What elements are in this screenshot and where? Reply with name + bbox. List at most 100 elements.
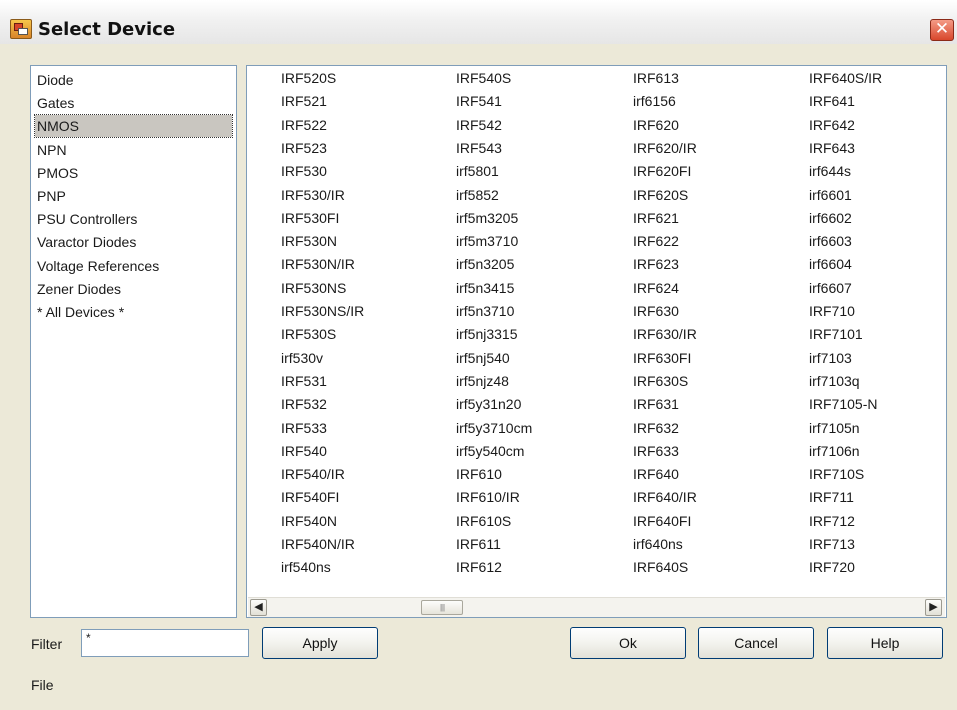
device-item[interactable]: irf6601 [809,184,852,206]
device-item[interactable]: IRF611 [456,533,501,555]
device-item[interactable]: IRF542 [456,114,502,136]
title-bar[interactable]: Select Device ✕ [0,0,957,45]
device-item[interactable]: irf644s [809,160,851,182]
device-item[interactable]: irf5y31n20 [456,393,521,415]
device-item[interactable]: IRF621 [633,207,679,229]
device-item[interactable]: irf6607 [809,277,852,299]
device-item[interactable]: irf5n3415 [456,277,514,299]
category-list[interactable]: Diode Gates NMOS NPN PMOS PNP PSU Controllers V… [30,65,237,618]
device-item[interactable]: IRF630FI [633,347,691,369]
device-item[interactable]: IRF523 [281,137,327,159]
device-item[interactable]: IRF522 [281,114,327,136]
help-button[interactable]: Help [827,627,943,659]
device-item[interactable]: irf5nj540 [456,347,510,369]
device-item[interactable]: IRF640/IR [633,486,697,508]
device-item[interactable]: IRF622 [633,230,679,252]
device-item[interactable]: irf7103q [809,370,860,392]
category-item[interactable]: PSU Controllers [35,208,232,230]
device-item[interactable]: irf640ns [633,533,683,555]
device-item[interactable]: IRF540FI [281,486,339,508]
device-item[interactable]: IRF640 [633,463,679,485]
device-item[interactable]: IRF530/IR [281,184,345,206]
device-item[interactable]: irf5n3710 [456,300,514,322]
device-item[interactable]: irf6602 [809,207,852,229]
device-item[interactable]: irf5njz48 [456,370,509,392]
device-item[interactable]: IRF712 [809,510,855,532]
category-item[interactable]: PNP [35,185,232,207]
category-item[interactable]: * All Devices * [35,301,232,323]
close-button[interactable]: ✕ [930,19,954,41]
category-item[interactable]: NPN [35,139,232,161]
device-item[interactable]: irf5m3710 [456,230,518,252]
device-item[interactable]: IRF540 [281,440,327,462]
device-item[interactable]: IRF640S/IR [809,67,882,89]
device-item[interactable]: IRF532 [281,393,327,415]
device-item[interactable]: IRF623 [633,253,679,275]
device-item[interactable]: IRF612 [456,556,502,578]
device-item[interactable]: IRF7101 [809,323,863,345]
device-item[interactable]: IRF710S [809,463,864,485]
device-item[interactable]: IRF633 [633,440,679,462]
ok-button[interactable]: Ok [570,627,686,659]
device-item[interactable]: IRF713 [809,533,855,555]
device-item[interactable]: IRF530S [281,323,336,345]
device-item[interactable]: IRF641 [809,90,855,112]
device-item[interactable]: irf5y540cm [456,440,524,462]
device-item[interactable]: IRF620/IR [633,137,697,159]
device-item[interactable]: IRF630/IR [633,323,697,345]
apply-button[interactable]: Apply [262,627,378,659]
device-item[interactable]: IRF624 [633,277,679,299]
device-item[interactable]: irf530v [281,347,323,369]
device-item[interactable]: IRF613 [633,67,679,89]
device-item[interactable]: IRF530N [281,230,337,252]
device-item[interactable]: IRF620S [633,184,688,206]
device-item[interactable]: IRF610 [456,463,502,485]
device-item[interactable]: IRF541 [456,90,502,112]
device-item[interactable]: irf6603 [809,230,852,252]
device-item[interactable]: IRF530NS [281,277,346,299]
device-item[interactable]: IRF7105-N [809,393,877,415]
device-item[interactable]: irf7105n [809,417,860,439]
device-item[interactable]: IRF530 [281,160,327,182]
device-item[interactable]: IRF610S [456,510,511,532]
device-item[interactable]: irf7106n [809,440,860,462]
device-item[interactable]: IRF630 [633,300,679,322]
device-item[interactable]: IRF540N [281,510,337,532]
category-item[interactable]: Gates [35,92,232,114]
device-item[interactable]: irf7103 [809,347,852,369]
device-item[interactable]: IRF631 [633,393,679,415]
horizontal-scrollbar[interactable]: ◀ |||| ▶ [248,597,945,617]
device-item[interactable]: irf5m3205 [456,207,518,229]
device-list[interactable]: IRF720 IRF713 IRF712 IRF711 IRF710S irf7106n i… [246,65,947,618]
category-item[interactable]: Varactor Diodes [35,231,232,253]
category-item[interactable]: Voltage References [35,255,232,277]
device-item[interactable]: IRF640FI [633,510,691,532]
device-item[interactable]: IRF720 [809,556,855,578]
device-item[interactable]: IRF543 [456,137,502,159]
device-item[interactable]: IRF520S [281,67,336,89]
device-item[interactable]: IRF531 [281,370,327,392]
device-item[interactable]: IRF711 [809,486,854,508]
device-item[interactable]: IRF540/IR [281,463,345,485]
device-item[interactable]: IRF530NS/IR [281,300,364,322]
category-item[interactable]: NMOS [34,114,233,139]
device-item[interactable]: IRF642 [809,114,855,136]
device-item[interactable]: IRF540N/IR [281,533,355,555]
device-item[interactable]: IRF530N/IR [281,253,355,275]
scroll-thumb[interactable]: |||| [421,600,463,615]
device-item[interactable]: IRF632 [633,417,679,439]
scroll-left-icon[interactable]: ◀ [250,599,267,616]
device-item[interactable]: IRF643 [809,137,855,159]
filter-input[interactable]: * [81,629,249,657]
device-item[interactable]: irf5852 [456,184,499,206]
device-item[interactable]: IRF533 [281,417,327,439]
device-item[interactable]: irf6604 [809,253,852,275]
device-item[interactable]: IRF540S [456,67,511,89]
category-item[interactable]: Diode [35,69,232,91]
device-item[interactable]: IRF620FI [633,160,691,182]
device-item[interactable]: irf5n3205 [456,253,514,275]
device-item[interactable]: irf5nj3315 [456,323,518,345]
device-item[interactable]: irf540ns [281,556,331,578]
category-item[interactable]: PMOS [35,162,232,184]
device-item[interactable]: IRF521 [281,90,327,112]
